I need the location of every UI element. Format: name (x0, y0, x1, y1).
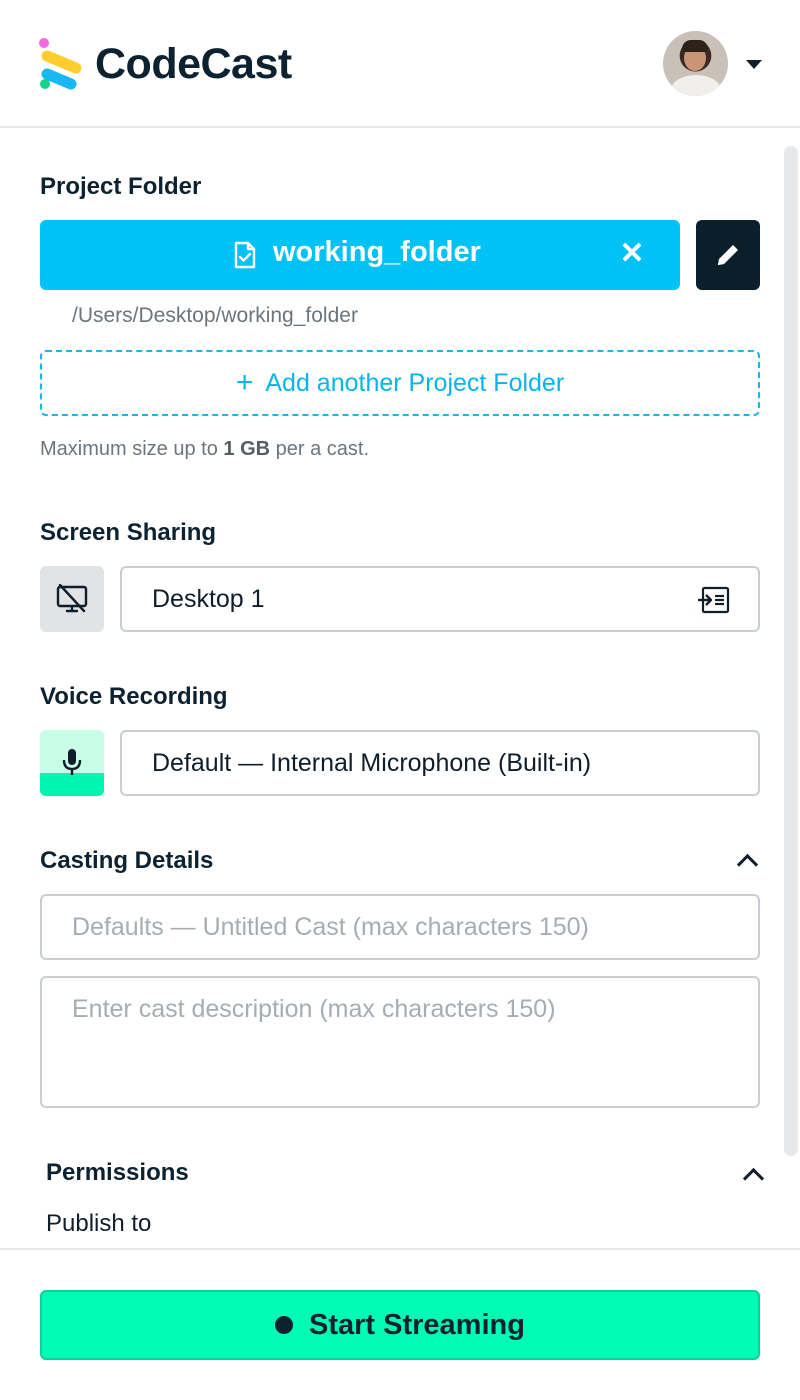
plus-icon: + (235, 366, 254, 399)
pencil-icon (718, 245, 738, 265)
start-streaming-button[interactable]: Start Streaming (40, 1290, 760, 1360)
folder-name: working_folder (273, 236, 481, 268)
permissions-label: Permissions (46, 1159, 189, 1186)
select-screen-icon[interactable] (696, 586, 730, 614)
user-avatar[interactable] (663, 31, 728, 96)
chevron-up-icon[interactable] (742, 1167, 765, 1190)
screen-sharing-label: Screen Sharing (40, 519, 217, 546)
start-streaming-label: Start Streaming (309, 1308, 525, 1341)
casting-details-label: Casting Details (40, 847, 214, 874)
microphone-select[interactable]: Default — Internal Microphone (Built-in) (120, 730, 760, 796)
add-project-folder-button[interactable]: + Add another Project Folder (40, 350, 760, 416)
cast-title-placeholder: Defaults — Untitled Cast (max characters… (72, 913, 589, 941)
scrollbar[interactable] (784, 146, 798, 1156)
cast-description-placeholder: Enter cast description (max characters 1… (72, 995, 556, 1023)
microphone-icon (62, 749, 82, 775)
brand-name: CodeCast (95, 40, 292, 88)
size-hint: Maximum size up to 1 GB per a cast. (40, 438, 370, 460)
file-check-icon (234, 241, 256, 269)
close-icon[interactable]: ✕ (616, 236, 648, 271)
screen-select[interactable]: Desktop 1 (120, 566, 760, 632)
publish-to-label: Publish to (46, 1210, 152, 1237)
add-project-folder-label: Add another Project Folder (265, 368, 565, 397)
project-folder-label: Project Folder (40, 173, 202, 200)
chevron-up-icon[interactable] (736, 853, 759, 876)
codecast-logo-icon (39, 38, 82, 90)
app-header: CodeCast (0, 0, 800, 128)
chevron-down-icon[interactable] (746, 60, 762, 69)
cast-title-input[interactable]: Defaults — Untitled Cast (max characters… (40, 894, 760, 960)
screen-select-value: Desktop 1 (152, 585, 265, 613)
cast-description-textarea[interactable]: Enter cast description (max characters 1… (40, 976, 760, 1108)
folder-path: /Users/Desktop/working_folder (72, 304, 358, 327)
edit-folder-button[interactable] (696, 220, 760, 290)
microphone-toggle-button[interactable] (40, 730, 104, 796)
microphone-select-value: Default — Internal Microphone (Built-in) (152, 749, 592, 777)
screen-off-icon (56, 584, 88, 613)
screen-share-toggle-button[interactable] (40, 566, 104, 632)
voice-recording-label: Voice Recording (40, 683, 228, 710)
record-dot-icon (275, 1316, 294, 1334)
